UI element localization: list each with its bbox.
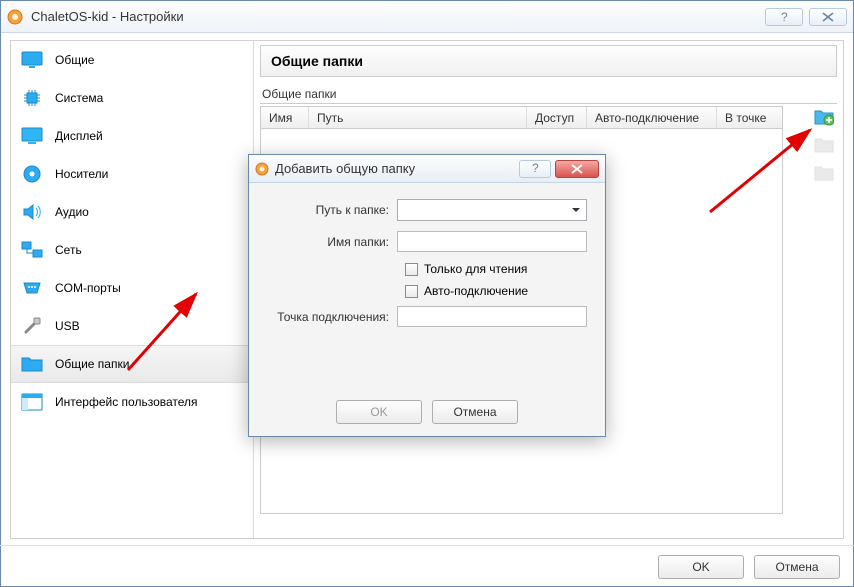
dialog-titlebar: Добавить общую папку ?: [249, 155, 605, 183]
name-label: Имя папки:: [267, 235, 397, 249]
sidebar-item-label: Сеть: [55, 243, 82, 257]
sidebar-item-shared-folders[interactable]: Общие папки: [11, 345, 253, 383]
sidebar: Общие Система Дисплей Носители Аудио Сет…: [11, 41, 254, 538]
automount-label: Авто-подключение: [424, 284, 528, 298]
table-header: Имя Путь Доступ Авто-подключение В точке: [261, 107, 782, 129]
sidebar-item-label: COM-порты: [55, 281, 121, 295]
speaker-icon: [21, 202, 43, 222]
dialog-help-button[interactable]: ?: [519, 160, 551, 178]
col-automount[interactable]: Авто-подключение: [587, 107, 717, 128]
sidebar-item-label: Дисплей: [55, 129, 103, 143]
app-icon: [255, 162, 269, 176]
sidebar-item-label: Носители: [55, 167, 108, 181]
sidebar-item-usb[interactable]: USB: [11, 307, 253, 345]
sidebar-item-display[interactable]: Дисплей: [11, 117, 253, 155]
sidebar-item-network[interactable]: Сеть: [11, 231, 253, 269]
close-button[interactable]: [809, 8, 847, 26]
readonly-checkbox[interactable]: Только для чтения: [405, 262, 587, 276]
group-label: Общие папки: [262, 87, 837, 101]
dialog-close-button[interactable]: [555, 160, 599, 178]
name-field[interactable]: [397, 231, 587, 252]
add-folder-button[interactable]: [813, 106, 835, 128]
titlebar: ChaletOS-kid - Настройки ?: [1, 1, 853, 33]
dialog-title: Добавить общую папку: [275, 161, 515, 176]
mountpoint-label: Точка подключения:: [267, 310, 397, 324]
mountpoint-field[interactable]: [397, 306, 587, 327]
readonly-label: Только для чтения: [424, 262, 527, 276]
col-name[interactable]: Имя: [261, 107, 309, 128]
sidebar-item-label: Система: [55, 91, 103, 105]
window-title: ChaletOS-kid - Настройки: [31, 9, 765, 24]
monitor-icon: [21, 50, 43, 70]
edit-folder-button[interactable]: [813, 134, 835, 156]
dialog-cancel-button[interactable]: Отмена: [432, 400, 518, 424]
sidebar-item-system[interactable]: Система: [11, 79, 253, 117]
sidebar-item-label: USB: [55, 319, 80, 333]
svg-text:?: ?: [532, 163, 539, 174]
col-mountpoint[interactable]: В точке: [717, 107, 782, 128]
folder-icon: [21, 354, 43, 374]
network-icon: [21, 240, 43, 260]
path-combo[interactable]: [397, 199, 587, 221]
remove-folder-button[interactable]: [813, 162, 835, 184]
sidebar-item-general[interactable]: Общие: [11, 41, 253, 79]
automount-checkbox[interactable]: Авто-подключение: [405, 284, 587, 298]
cancel-button[interactable]: Отмена: [754, 555, 840, 579]
serial-icon: [21, 278, 43, 298]
app-icon: [7, 9, 23, 25]
ok-button[interactable]: OK: [658, 555, 744, 579]
add-folder-dialog: Добавить общую папку ? Путь к папке: Имя…: [248, 154, 606, 437]
ui-icon: [21, 392, 43, 412]
sidebar-item-label: Аудио: [55, 205, 89, 219]
sidebar-item-label: Общие папки: [55, 357, 129, 371]
display-icon: [21, 126, 43, 146]
sidebar-item-serial[interactable]: COM-порты: [11, 269, 253, 307]
bottom-bar: OK Отмена: [0, 545, 854, 587]
usb-icon: [21, 316, 43, 336]
path-label: Путь к папке:: [267, 203, 397, 217]
sidebar-item-interface[interactable]: Интерфейс пользователя: [11, 383, 253, 421]
col-access[interactable]: Доступ: [527, 107, 587, 128]
sidebar-item-audio[interactable]: Аудио: [11, 193, 253, 231]
sidebar-item-storage[interactable]: Носители: [11, 155, 253, 193]
disk-icon: [21, 164, 43, 184]
col-path[interactable]: Путь: [309, 107, 527, 128]
help-button[interactable]: ?: [765, 8, 803, 26]
checkbox-icon: [405, 285, 418, 298]
sidebar-item-label: Интерфейс пользователя: [55, 395, 198, 409]
dialog-ok-button[interactable]: OK: [336, 400, 422, 424]
chip-icon: [21, 88, 43, 108]
svg-text:?: ?: [781, 11, 788, 23]
panel-title: Общие папки: [260, 45, 837, 77]
checkbox-icon: [405, 263, 418, 276]
sidebar-item-label: Общие: [55, 53, 94, 67]
